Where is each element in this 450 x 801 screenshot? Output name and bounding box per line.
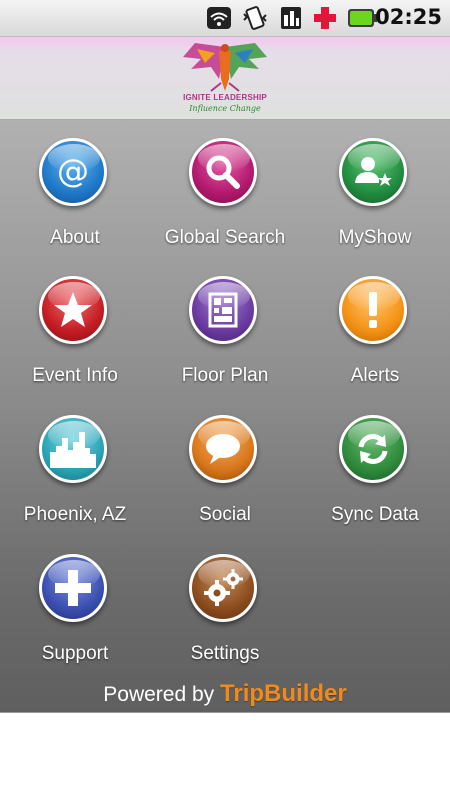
menu-icon-global-search[interactable] <box>189 138 257 206</box>
menu-icon-support[interactable] <box>39 554 107 622</box>
menu-item-myshow[interactable]: MyShow <box>300 120 450 258</box>
menu-icon-myshow[interactable] <box>339 138 407 206</box>
main-menu: @ About Global Search MyShow Event Info … <box>0 120 450 712</box>
menu-label-event-info: Event Info <box>32 365 118 386</box>
menu-item-phoenix-az[interactable]: Phoenix, AZ <box>0 397 150 535</box>
menu-icon-event-info[interactable] <box>39 276 107 344</box>
gears-icon <box>204 569 243 606</box>
floor-plan-icon <box>208 292 238 328</box>
status-bar: 02:25 <box>0 0 450 37</box>
powered-by: Powered by TripBuilder <box>0 680 450 708</box>
sim-icon <box>281 7 301 29</box>
menu-icon-alerts[interactable] <box>339 276 407 344</box>
powered-by-text: Powered by <box>103 683 215 706</box>
battery-icon <box>348 9 377 27</box>
sync-icon <box>358 434 388 464</box>
menu-item-settings[interactable]: Settings <box>150 536 300 674</box>
person-star-icon <box>355 157 392 186</box>
menu-icon-about[interactable]: @ <box>39 138 107 206</box>
menu-label-support: Support <box>41 643 109 664</box>
menu-icon-social[interactable] <box>189 415 257 483</box>
menu-label-phoenix-az: Phoenix, AZ <box>23 504 127 525</box>
event-logo: IGNITE LEADERSHIP Influence Change <box>175 39 275 117</box>
menu-item-about[interactable]: @ About <box>0 120 150 258</box>
menu-icon-settings[interactable] <box>189 554 257 622</box>
menu-label-floor-plan: Floor Plan <box>181 365 269 386</box>
speech-bubble-icon <box>206 434 240 464</box>
menu-item-global-search[interactable]: Global Search <box>150 120 300 258</box>
menu-label-settings: Settings <box>190 643 260 664</box>
exclamation-icon <box>369 292 377 328</box>
vibrate-icon <box>243 6 267 30</box>
clock: 02:25 <box>375 5 442 29</box>
ad-area <box>0 712 450 801</box>
search-icon <box>206 155 240 189</box>
menu-icon-phoenix-az[interactable] <box>39 415 107 483</box>
phoenix-logo-icon <box>183 43 267 92</box>
logo-tagline: Influence Change <box>189 104 261 113</box>
menu-item-support[interactable]: Support <box>0 536 150 674</box>
menu-item-alerts[interactable]: Alerts <box>300 258 450 396</box>
at-icon: @ <box>57 152 89 190</box>
menu-item-sync-data[interactable]: Sync Data <box>300 397 450 535</box>
menu-icon-sync-data[interactable] <box>339 415 407 483</box>
plus-icon <box>314 7 336 29</box>
menu-icon-floor-plan[interactable] <box>189 276 257 344</box>
city-skyline-icon <box>50 432 96 468</box>
menu-label-social: Social <box>199 504 251 525</box>
star-icon <box>54 292 92 327</box>
svg-text:@: @ <box>57 152 89 190</box>
plus-icon <box>55 570 91 606</box>
menu-label-alerts: Alerts <box>350 365 400 386</box>
menu-label-about: About <box>50 227 100 248</box>
event-banner: IGNITE LEADERSHIP Influence Change <box>0 37 450 120</box>
menu-item-social[interactable]: Social <box>150 397 300 535</box>
menu-item-event-info[interactable]: Event Info <box>0 258 150 396</box>
wifi-icon <box>207 7 231 29</box>
menu-item-floor-plan[interactable]: Floor Plan <box>150 258 300 396</box>
logo-title: IGNITE LEADERSHIP <box>183 93 267 102</box>
menu-label-global-search: Global Search <box>164 227 286 248</box>
menu-label-myshow: MyShow <box>338 227 412 248</box>
menu-label-sync-data: Sync Data <box>331 504 419 525</box>
tripbuilder-logo[interactable]: TripBuilder <box>220 680 347 707</box>
